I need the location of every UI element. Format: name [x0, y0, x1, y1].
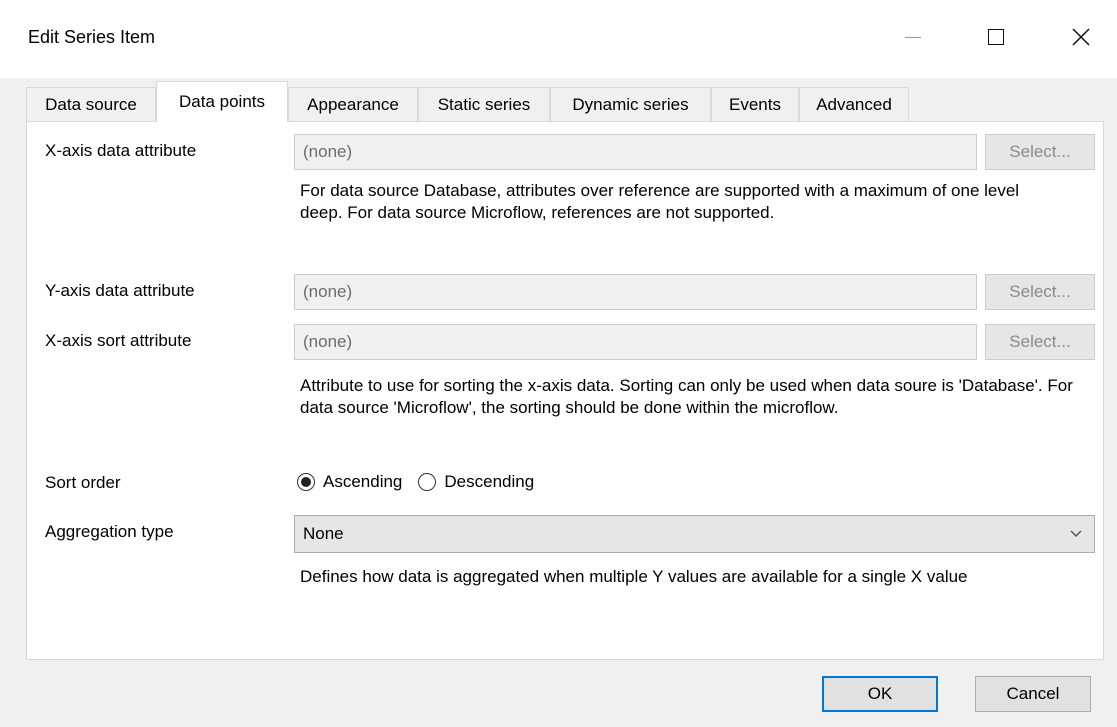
ok-button[interactable]: OK: [822, 676, 938, 712]
tab-appearance[interactable]: Appearance: [288, 87, 418, 121]
close-button[interactable]: [1058, 14, 1104, 60]
minimize-icon: [905, 36, 921, 38]
cancel-button[interactable]: Cancel: [975, 676, 1091, 712]
x-sort-attribute-field[interactable]: (none): [294, 324, 977, 360]
radio-ascending-label[interactable]: Ascending: [323, 472, 402, 492]
x-axis-attribute-field[interactable]: (none): [294, 134, 977, 170]
data-points-panel: X-axis data attribute (none) Select... F…: [26, 121, 1104, 660]
sort-order-label: Sort order: [45, 473, 121, 492]
tab-static-series[interactable]: Static series: [418, 87, 550, 121]
chevron-down-icon: [1070, 530, 1082, 537]
sort-order-radio-group: Ascending Descending: [297, 472, 550, 492]
title-bar: Edit Series Item: [0, 0, 1117, 78]
tab-data-points[interactable]: Data points: [156, 81, 288, 122]
y-axis-attribute-label: Y-axis data attribute: [45, 281, 195, 300]
maximize-button[interactable]: [973, 14, 1019, 60]
maximize-icon: [988, 29, 1004, 45]
tab-advanced[interactable]: Advanced: [799, 87, 909, 121]
x-sort-attribute-label: X-axis sort attribute: [45, 331, 192, 350]
x-sort-select-button[interactable]: Select...: [985, 324, 1095, 360]
x-axis-attribute-label: X-axis data attribute: [45, 141, 197, 160]
tab-dynamic-series[interactable]: Dynamic series: [550, 87, 711, 121]
minimize-button[interactable]: [890, 14, 936, 60]
radio-selected-dot: [301, 477, 311, 487]
x-sort-description: Attribute to use for sorting the x-axis …: [300, 376, 1073, 417]
x-axis-select-button[interactable]: Select...: [985, 134, 1095, 170]
radio-ascending[interactable]: [297, 473, 315, 491]
y-axis-attribute-field[interactable]: (none): [294, 274, 977, 310]
x-axis-description: For data source Database, attributes ove…: [300, 181, 1020, 222]
radio-descending[interactable]: [418, 473, 437, 491]
aggregation-type-value: None: [303, 524, 344, 543]
dialog-client-area: Data source Data points Appearance Stati…: [0, 78, 1117, 727]
aggregation-type-label: Aggregation type: [45, 522, 174, 541]
close-icon: [1072, 28, 1090, 46]
aggregation-description: Defines how data is aggregated when mult…: [300, 567, 968, 586]
aggregation-type-dropdown[interactable]: None: [294, 515, 1095, 553]
window-title: Edit Series Item: [28, 27, 156, 47]
radio-descending-label[interactable]: Descending: [444, 472, 534, 492]
tab-data-source[interactable]: Data source: [26, 87, 156, 121]
y-axis-select-button[interactable]: Select...: [985, 274, 1095, 310]
tab-events[interactable]: Events: [711, 87, 799, 121]
